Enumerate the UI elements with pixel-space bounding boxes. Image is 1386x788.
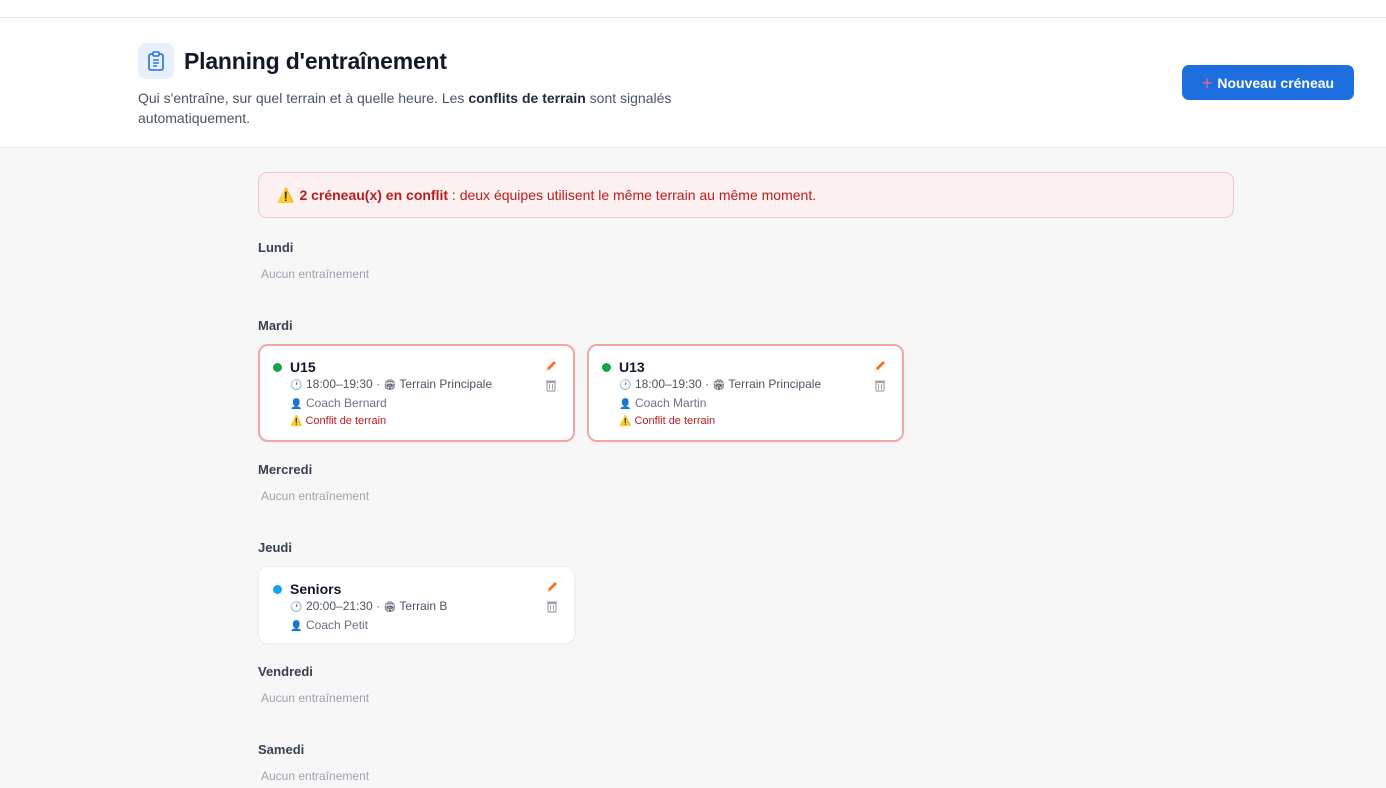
conflict-alert-text: : deux équipes utilisent le même terrain…: [448, 187, 817, 203]
slot-conflict-text: Conflit de terrain: [305, 415, 387, 427]
empty-day-message: Aucun entraînement: [261, 769, 370, 783]
slot-actions: [872, 358, 888, 393]
new-slot-button-label: Nouveau créneau: [1217, 74, 1335, 91]
edit-pencil-icon[interactable]: [543, 358, 559, 374]
slot-time: 20:00–21:30 ·: [306, 599, 381, 613]
slot-actions: [544, 579, 560, 614]
empty-day-message: Aucun entraînement: [261, 691, 370, 705]
slot-field: Terrain Principale: [728, 377, 822, 391]
slot-team: U15: [290, 359, 316, 375]
slot-time-field: 🕐 18:00–19:30 · 🏟 Terrain Principale: [619, 376, 889, 394]
slot-conflict-label: ⚠️ Conflit de terrain: [290, 415, 560, 427]
day-name: Jeudi: [258, 540, 292, 555]
stadium-icon: 🏟: [383, 380, 397, 391]
slot-team: U13: [619, 359, 645, 375]
day-vendredi: Vendredi Aucun entraînement: [258, 664, 1234, 705]
day-name: Samedi: [258, 742, 305, 757]
slot-card[interactable]: U15 🕐 18:00–19:30 · 🏟 Terrain Principale 👤…: [258, 344, 575, 442]
new-slot-button[interactable]: + Nouveau créneau: [1182, 65, 1354, 100]
empty-day-message: Aucun entraînement: [261, 267, 370, 281]
slot-team: Seniors: [290, 581, 342, 597]
clock-icon: 🕐: [290, 602, 303, 613]
day-name: Mardi: [258, 318, 293, 333]
coach-icon: 👤: [290, 621, 303, 632]
slot-actions: [543, 358, 559, 393]
coach-icon: 👤: [619, 399, 632, 410]
subtitle-text: Qui s'entraîne, sur quel terrain et à qu…: [138, 90, 469, 106]
slot-list: Seniors 🕐 20:00–21:30 · 🏟 Terrain B 👤 Coach…: [258, 566, 1234, 644]
page-subtitle: Qui s'entraîne, sur quel terrain et à qu…: [138, 88, 708, 128]
slot-coach: Coach Petit: [306, 618, 369, 632]
slot-conflict-text: Conflit de terrain: [634, 415, 716, 427]
team-color-dot: [602, 362, 611, 372]
edit-pencil-icon[interactable]: [872, 358, 888, 374]
clock-icon: 🕐: [619, 380, 632, 391]
conflict-alert: ⚠️ 2 créneau(x) en conflit : deux équipe…: [258, 172, 1234, 218]
day-mercredi: Mercredi Aucun entraînement: [258, 462, 1234, 503]
slot-coach-row: 👤 Coach Petit: [290, 617, 560, 635]
slot-card[interactable]: Seniors 🕐 20:00–21:30 · 🏟 Terrain B 👤 Coach…: [258, 566, 575, 644]
empty-day-message: Aucun entraînement: [261, 489, 370, 503]
plus-icon: +: [1201, 72, 1213, 93]
slot-team-row: Seniors: [273, 581, 560, 597]
slot-team-row: U15: [273, 359, 560, 375]
day-name: Mercredi: [258, 462, 313, 477]
delete-trash-icon[interactable]: [543, 377, 559, 393]
slot-coach-row: 👤 Coach Bernard: [290, 395, 560, 413]
title-row: Planning d'entraînement: [138, 43, 708, 79]
slot-time-field: 🕐 20:00–21:30 · 🏟 Terrain B: [290, 598, 560, 616]
conflict-alert-count: 2 créneau(x) en conflit: [299, 187, 449, 203]
schedule-main: ⚠️ 2 créneau(x) en conflit : deux équipe…: [258, 172, 1234, 783]
stadium-icon: 🏟: [712, 380, 726, 391]
slot-field: Terrain Principale: [399, 377, 493, 391]
slot-card[interactable]: U13 🕐 18:00–19:30 · 🏟 Terrain Principale 👤…: [587, 344, 904, 442]
slot-conflict-label: ⚠️ Conflit de terrain: [619, 415, 889, 427]
team-color-dot: [273, 584, 282, 594]
stadium-icon: 🏟: [383, 602, 397, 613]
slot-team-row: U13: [602, 359, 889, 375]
day-jeudi: Jeudi Seniors 🕐 20:00–21:30 · 🏟 Terrain B …: [258, 540, 1234, 644]
slot-time-field: 🕐 18:00–19:30 · 🏟 Terrain Principale: [290, 376, 560, 394]
warning-icon: ⚠️: [277, 186, 295, 203]
day-name: Lundi: [258, 240, 294, 255]
slot-coach: Coach Martin: [635, 396, 707, 410]
warning-icon: ⚠️: [290, 416, 303, 427]
header-content: Planning d'entraînement Qui s'entraîne, …: [138, 43, 708, 128]
warning-icon: ⚠️: [619, 416, 632, 427]
day-samedi: Samedi Aucun entraînement: [258, 742, 1234, 783]
slot-coach-row: 👤 Coach Martin: [619, 395, 889, 413]
top-strip: [0, 0, 1386, 18]
clock-icon: 🕐: [290, 380, 303, 391]
day-name: Vendredi: [258, 664, 313, 679]
slot-coach: Coach Bernard: [306, 396, 387, 410]
edit-pencil-icon[interactable]: [544, 579, 560, 595]
delete-trash-icon[interactable]: [544, 598, 560, 614]
slot-time: 18:00–19:30 ·: [635, 377, 710, 391]
page-title: Planning d'entraînement: [184, 47, 447, 74]
delete-trash-icon[interactable]: [872, 377, 888, 393]
slot-time: 18:00–19:30 ·: [306, 377, 381, 391]
day-mardi: Mardi U15 🕐 18:00–19:30 · 🏟 Terrain Princi…: [258, 318, 1234, 442]
slot-field: Terrain B: [399, 599, 448, 613]
slot-list: U15 🕐 18:00–19:30 · 🏟 Terrain Principale 👤…: [258, 344, 1234, 442]
coach-icon: 👤: [290, 399, 303, 410]
team-color-dot: [273, 362, 282, 372]
page-header: Planning d'entraînement Qui s'entraîne, …: [0, 18, 1386, 148]
day-lundi: Lundi Aucun entraînement: [258, 240, 1234, 281]
subtitle-emphasis: conflits de terrain: [468, 90, 586, 106]
clipboard-icon: [138, 43, 174, 79]
